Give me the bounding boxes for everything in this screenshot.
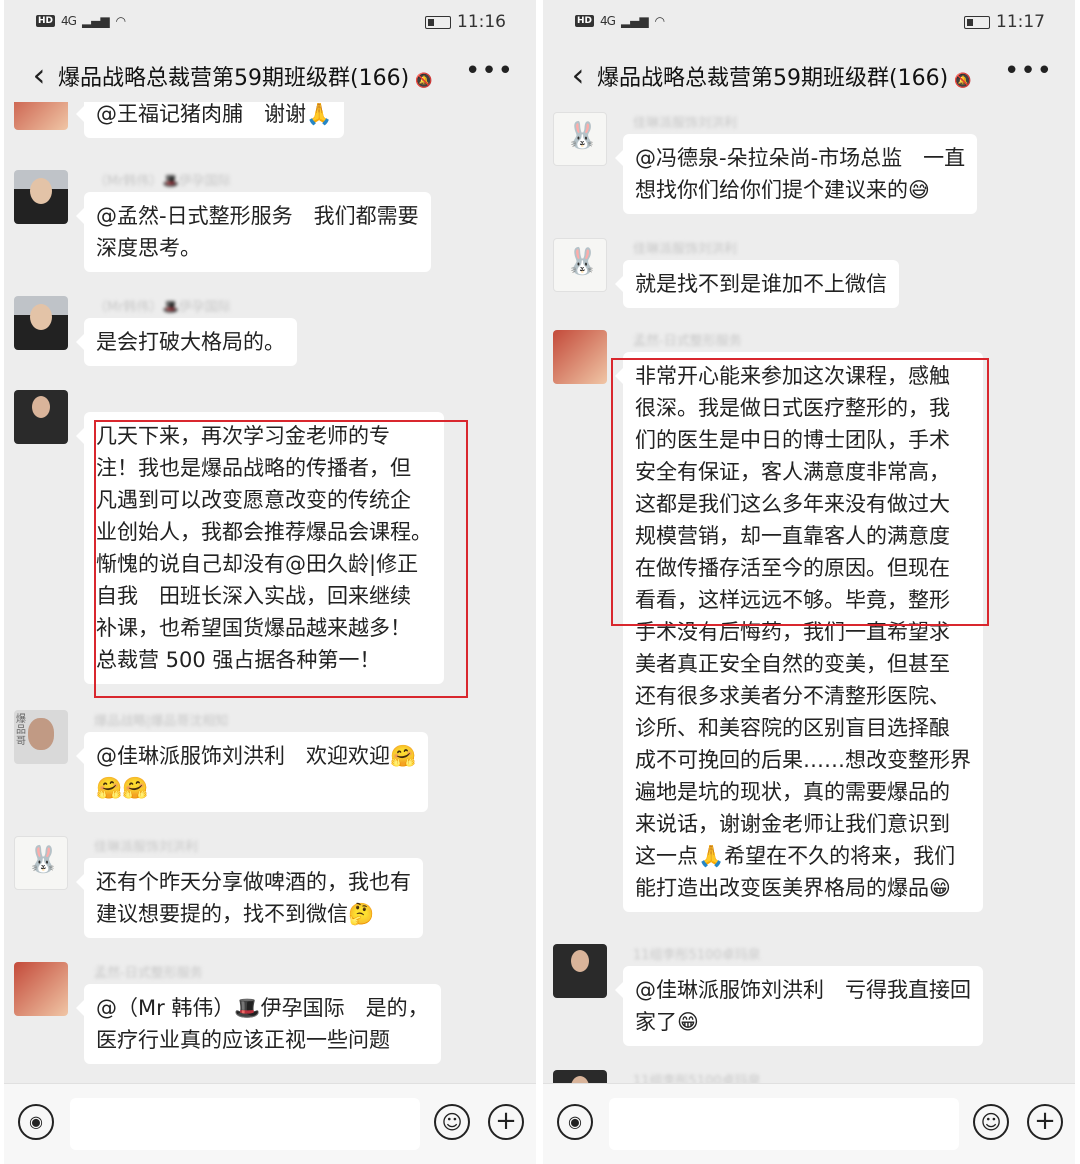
left-phone-screen: HD 4G ▂▄▆ ◠ 11:16 ‹ 爆品战略总裁营第59期班级群(166) 🔕… (4, 0, 536, 1164)
voice-icon[interactable]: ◉ (557, 1104, 593, 1140)
sender-name: （Mr韩伟）🎩伊孕国际 (94, 174, 231, 189)
message-bubble[interactable]: 还有个昨天分享做啤酒的，我也有 建议想要提的，找不到微信🤔 (76, 858, 423, 938)
battery-icon (964, 15, 990, 29)
avatar[interactable] (553, 944, 607, 998)
status-time: 11:17 (996, 12, 1045, 32)
message-input[interactable] (70, 1098, 420, 1150)
group-title: 爆品战略总裁营第59期班级群(166) 🔕 (597, 66, 972, 91)
plus-icon[interactable]: + (1027, 1104, 1063, 1140)
mute-icon: 🔕 (954, 73, 972, 89)
input-bar: ◉ ☺ + (543, 1083, 1075, 1164)
sender-name: （Mr韩伟）🎩伊孕国际 (94, 300, 231, 315)
avatar[interactable] (14, 390, 68, 444)
chat-message: 孟然-日式整形服务 @（Mr 韩伟）🎩伊孕国际 是的， 医疗行业真的应该正视一些… (14, 962, 526, 1072)
chat-message: 🐰 佳琳派服饰刘洪利 就是找不到是谁加不上微信 (553, 238, 1065, 318)
avatar[interactable]: 🐰 (553, 112, 607, 166)
chat-message: 🐰 佳琳派服饰刘洪利 还有个昨天分享做啤酒的，我也有 建议想要提的，找不到微信🤔 (14, 836, 526, 946)
back-icon[interactable]: ‹ (24, 56, 54, 94)
avatar[interactable]: 🐰 (14, 836, 68, 890)
avatar[interactable] (553, 330, 607, 384)
input-bar: ◉ ☺ + (4, 1083, 536, 1164)
sender-name: 爆品战略|爆品哥沈相知 (94, 714, 229, 729)
signal-bars-icon: ▂▄▆ (81, 14, 110, 28)
signal-icon: 4G (61, 14, 77, 28)
message-bubble[interactable]: 是会打破大格局的。 (76, 318, 297, 366)
plus-icon[interactable]: + (488, 1104, 524, 1140)
battery-icon (425, 15, 451, 29)
avatar[interactable] (14, 170, 68, 224)
avatar[interactable] (553, 1070, 607, 1084)
highlight-box (611, 358, 989, 626)
emoji-icon[interactable]: ☺ (973, 1104, 1009, 1140)
sender-name: 佳琳派服饰刘洪利 (633, 116, 738, 131)
avatar[interactable] (14, 296, 68, 350)
avatar[interactable]: 🐰 (553, 238, 607, 292)
sender-name: 佳琳派服饰刘洪利 (633, 242, 738, 257)
avatar[interactable]: 爆品哥 (14, 710, 68, 764)
back-icon[interactable]: ‹ (563, 56, 593, 94)
sender-name: 佳琳派服饰刘洪利 (94, 840, 199, 855)
chat-message: 11组李彤5100卓玛泉 (553, 1070, 1065, 1084)
highlight-box (94, 420, 468, 698)
group-title: 爆品战略总裁营第59期班级群(166) 🔕 (58, 66, 433, 91)
right-phone-screen: HD 4G ▂▄▆ ◠ 11:17 ‹ 爆品战略总裁营第59期班级群(166) 🔕… (543, 0, 1075, 1164)
mute-icon: 🔕 (415, 73, 433, 89)
message-bubble[interactable]: @佳琳派服饰刘洪利 欢迎欢迎🤗 🤗🤗 (75, 732, 429, 812)
wifi-icon: ◠ (115, 14, 127, 28)
message-bubble[interactable]: 就是找不到是谁加不上微信 (615, 260, 899, 308)
sender-name: 11组李彤5100卓玛泉 (633, 1074, 761, 1084)
sender-name: 孟然-日式整形服务 (94, 966, 203, 981)
emoji-icon[interactable]: ☺ (434, 1104, 470, 1140)
status-time: 11:16 (457, 12, 506, 32)
message-bubble[interactable]: @（Mr 韩伟）🎩伊孕国际 是的， 医疗行业真的应该正视一些问题 (76, 984, 441, 1064)
message-input[interactable] (609, 1098, 959, 1150)
chat-list[interactable]: 🐰 佳琳派服饰刘洪利 @冯德泉-朵拉朵尚-市场总监 一直 想找你们给你们提个建议… (543, 102, 1075, 1084)
message-bubble[interactable]: @佳琳派服饰刘洪利 亏得我直接回 家了😁 (615, 966, 983, 1046)
signal-icon: 4G (600, 14, 616, 28)
more-icon[interactable]: ••• (1004, 56, 1053, 86)
voice-icon[interactable]: ◉ (18, 1104, 54, 1140)
chat-message: 11组李彤5100卓玛泉 @佳琳派服饰刘洪利 亏得我直接回 家了😁 (553, 944, 1065, 1054)
avatar[interactable] (14, 962, 68, 1016)
chat-list[interactable]: @王福记猪肉脯 谢谢🙏 （Mr韩伟）🎩伊孕国际 @孟然-日式整形服务 我们都需要… (4, 102, 536, 1084)
status-bar: HD 4G ▂▄▆ ◠ 11:17 (543, 0, 1075, 46)
message-bubble[interactable]: @孟然-日式整形服务 我们都需要 深度思考。 (76, 192, 431, 272)
chat-message: 🐰 佳琳派服饰刘洪利 @冯德泉-朵拉朵尚-市场总监 一直 想找你们给你们提个建议… (553, 112, 1065, 222)
signal-bars-icon: ▂▄▆ (620, 14, 649, 28)
chat-message: 爆品哥 爆品战略|爆品哥沈相知 @佳琳派服饰刘洪利 欢迎欢迎🤗 🤗🤗 (14, 710, 526, 820)
more-icon[interactable]: ••• (465, 56, 514, 86)
chat-message: （Mr韩伟）🎩伊孕国际 是会打破大格局的。 (14, 296, 526, 376)
message-bubble[interactable]: @王福记猪肉脯 谢谢🙏 (75, 102, 345, 138)
status-bar: HD 4G ▂▄▆ ◠ 11:16 (4, 0, 536, 46)
sender-name: 11组李彤5100卓玛泉 (633, 948, 761, 963)
avatar[interactable] (14, 102, 68, 130)
chat-message: @王福记猪肉脯 谢谢🙏 (14, 102, 526, 150)
hd-indicator: HD (36, 15, 56, 27)
chat-header: ‹ 爆品战略总裁营第59期班级群(166) 🔕 ••• (543, 46, 1075, 102)
sender-name: 孟然-日式整形服务 (633, 334, 742, 349)
hd-indicator: HD (575, 15, 595, 27)
message-bubble[interactable]: @冯德泉-朵拉朵尚-市场总监 一直 想找你们给你们提个建议来的😅 (614, 134, 978, 214)
chat-message: （Mr韩伟）🎩伊孕国际 @孟然-日式整形服务 我们都需要 深度思考。 (14, 170, 526, 280)
chat-header: ‹ 爆品战略总裁营第59期班级群(166) 🔕 ••• (4, 46, 536, 102)
wifi-icon: ◠ (654, 14, 666, 28)
